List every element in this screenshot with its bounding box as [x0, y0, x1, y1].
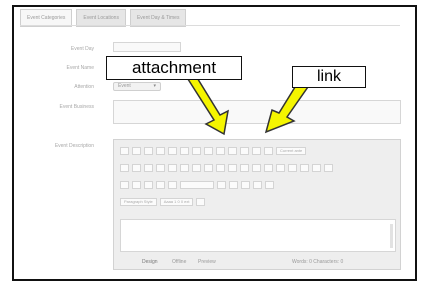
sub-button[interactable]	[120, 181, 129, 189]
align-left-button[interactable]	[120, 164, 129, 172]
style-picker[interactable]	[180, 181, 214, 189]
undo-button[interactable]	[168, 147, 177, 155]
attention-select-value: Event	[118, 83, 131, 89]
cut-button[interactable]	[192, 147, 201, 155]
help-button[interactable]	[265, 181, 274, 189]
preview-tab[interactable]: Preview	[198, 259, 216, 265]
offline-tab[interactable]: Offline	[172, 259, 186, 265]
toolbar-label-button[interactable]: Current ante	[276, 147, 307, 155]
rich-text-editor: Current ante Paragraph Style Aaaa 1 0 0 …	[113, 139, 401, 270]
redo-button[interactable]	[180, 147, 189, 155]
paragraph-style-select[interactable]: Paragraph Style	[120, 198, 157, 206]
editor-scrollbar[interactable]	[390, 224, 393, 248]
column-button[interactable]	[240, 164, 249, 172]
unlink-button[interactable]	[252, 147, 261, 155]
fullscreen-button[interactable]	[324, 164, 333, 172]
attachment-button[interactable]	[216, 147, 225, 155]
font-color-button[interactable]	[144, 181, 153, 189]
link-callout: link	[292, 66, 366, 88]
design-tab[interactable]: Design	[142, 259, 158, 265]
strike-button[interactable]	[156, 147, 165, 155]
word-count: Words: 0 Characters: 0	[292, 259, 344, 265]
event-name-label: Event Name	[66, 65, 94, 71]
merge-button[interactable]	[264, 164, 273, 172]
find-button[interactable]	[229, 181, 238, 189]
align-right-button[interactable]	[144, 164, 153, 172]
spell-button[interactable]	[217, 181, 226, 189]
image-button[interactable]	[228, 147, 237, 155]
outdent-button[interactable]	[192, 164, 201, 172]
event-day-label: Event Day	[70, 46, 94, 52]
number-list-button[interactable]	[180, 164, 189, 172]
print-button[interactable]	[253, 181, 262, 189]
attention-select[interactable]: Event ▾	[113, 82, 161, 91]
toolbar-row-1: Current ante	[120, 147, 307, 155]
bg-color-button[interactable]	[156, 181, 165, 189]
sup-button[interactable]	[132, 181, 141, 189]
row-button[interactable]	[228, 164, 237, 172]
attachment-callout: attachment	[106, 56, 242, 80]
font-select[interactable]: Aaaa 1 0 0 ext	[159, 198, 194, 206]
bullet-list-button[interactable]	[168, 164, 177, 172]
attention-label: Attention	[74, 84, 94, 90]
event-business-field[interactable]	[113, 100, 401, 124]
source-button[interactable]	[312, 164, 321, 172]
italic-button[interactable]	[132, 147, 141, 155]
underline-button[interactable]	[144, 147, 153, 155]
clear-format-button[interactable]	[168, 181, 177, 189]
hr-button[interactable]	[288, 164, 297, 172]
cell-button[interactable]	[252, 164, 261, 172]
editor-content-area[interactable]	[120, 219, 396, 252]
indent-button[interactable]	[204, 164, 213, 172]
link-button[interactable]	[240, 147, 249, 155]
bold-button[interactable]	[120, 147, 129, 155]
tab-divider	[20, 25, 400, 26]
symbol-button[interactable]	[300, 164, 309, 172]
event-business-label: Event Business	[59, 104, 94, 110]
toolbar-row-4: Paragraph Style Aaaa 1 0 0 ext	[120, 198, 206, 206]
toolbar-row-2	[120, 164, 333, 172]
toolbar-row-3	[120, 181, 274, 189]
align-justify-button[interactable]	[156, 164, 165, 172]
align-center-button[interactable]	[132, 164, 141, 172]
font-size-button[interactable]	[196, 198, 206, 206]
event-description-label: Event Description	[54, 143, 94, 149]
replace-button[interactable]	[241, 181, 250, 189]
copy-button[interactable]	[204, 147, 213, 155]
chevron-down-icon: ▾	[153, 83, 156, 89]
editor-status-bar: Design Offline Preview Words: 0 Characte…	[120, 257, 396, 267]
split-button[interactable]	[276, 164, 285, 172]
anchor-button[interactable]	[264, 147, 273, 155]
event-day-field[interactable]	[113, 42, 181, 52]
table-button[interactable]	[216, 164, 225, 172]
